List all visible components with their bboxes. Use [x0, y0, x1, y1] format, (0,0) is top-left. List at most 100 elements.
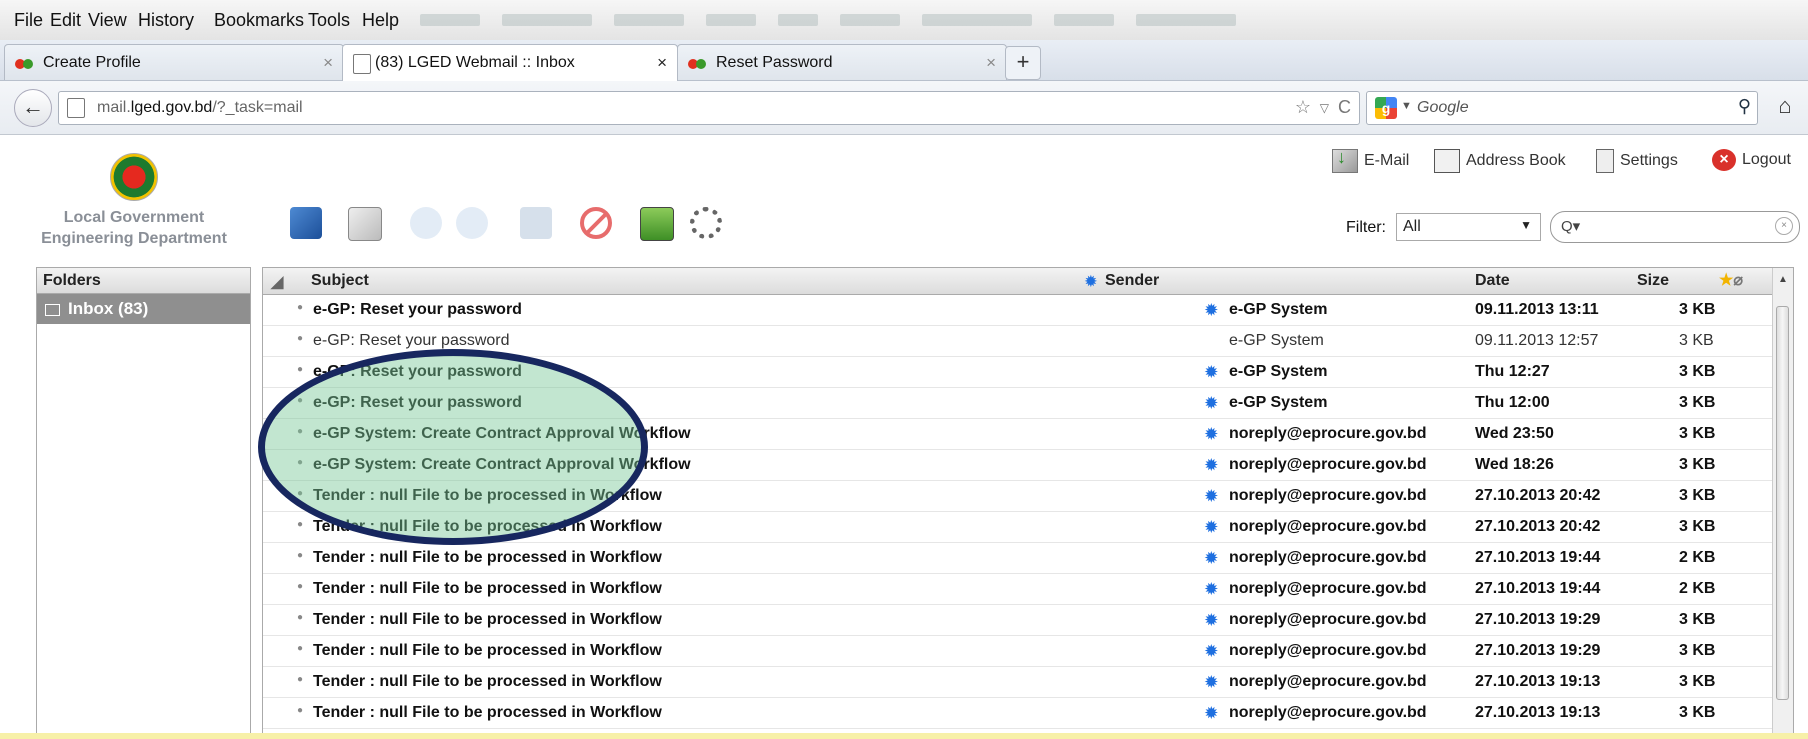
forward-icon[interactable] [520, 207, 552, 239]
table-row[interactable]: ● e-GP System: Create Contract Approval W… [263, 450, 1773, 481]
message-list-header: ◢ Subject ✹ Sender Date Size ★⌀ [263, 268, 1793, 295]
column-size[interactable]: Size [1637, 272, 1669, 290]
close-icon[interactable]: × [323, 53, 333, 73]
email-link[interactable]: E-Mail [1332, 147, 1409, 173]
close-icon[interactable]: × [986, 53, 996, 73]
scrollbar-thumb[interactable] [1776, 306, 1789, 700]
new-tab-button[interactable]: + [1005, 46, 1041, 80]
menu-tools[interactable]: Tools [308, 10, 350, 31]
message-sender: e-GP System [1229, 394, 1328, 411]
table-row[interactable]: ● Tender : null File to be processed in W… [263, 543, 1773, 574]
address-book-link[interactable]: Address Book [1434, 149, 1566, 173]
search-icon[interactable]: Q▾ [1561, 217, 1580, 235]
tab-reset-password[interactable]: Reset Password × [677, 44, 1007, 80]
column-sender[interactable]: Sender [1105, 272, 1159, 290]
table-row[interactable]: ● Tender : null File to be processed in W… [263, 698, 1773, 729]
delete-icon[interactable] [580, 207, 612, 239]
gear-icon[interactable] [690, 207, 722, 239]
message-subject[interactable]: Tender : null File to be processed in Wo… [313, 673, 662, 691]
table-row[interactable]: ● Tender : null File to be processed in W… [263, 574, 1773, 605]
table-row[interactable]: ● e-GP: Reset your password ✹ e-GP System Th… [263, 357, 1773, 388]
clear-search-icon[interactable]: × [1775, 217, 1793, 235]
reload-icon[interactable]: C [1338, 97, 1351, 118]
url-text: mail.lged.gov.bd/?_task=mail [97, 99, 303, 116]
message-subject[interactable]: e-GP: Reset your password [313, 332, 510, 350]
reply-icon[interactable] [410, 207, 442, 239]
menu-history[interactable]: History [138, 10, 194, 31]
message-subject[interactable]: e-GP: Reset your password [313, 394, 522, 412]
tab-create-profile[interactable]: Create Profile × [4, 44, 344, 80]
table-row[interactable]: ● e-GP: Reset your password ✹ e-GP System 09… [263, 295, 1773, 326]
inbox-icon [45, 303, 60, 316]
home-icon[interactable]: ⌂ [1768, 91, 1802, 123]
table-row[interactable]: ● Tender : null File to be processed in W… [263, 667, 1773, 698]
message-subject[interactable]: Tender : null File to be processed in Wo… [313, 642, 662, 660]
message-list: ◢ Subject ✹ Sender Date Size ★⌀ ● e-GP: R… [262, 267, 1794, 739]
address-book-icon [1434, 149, 1460, 173]
message-subject[interactable]: e-GP: Reset your password [313, 363, 522, 381]
traffic-light-icon [688, 57, 708, 75]
menu-help[interactable]: Help [362, 10, 399, 31]
message-subject[interactable]: e-GP System: Create Contract Approval Wo… [313, 425, 691, 443]
message-subject[interactable]: Tender : null File to be processed in Wo… [313, 580, 662, 598]
message-subject[interactable]: Tender : null File to be processed in Wo… [313, 611, 662, 629]
message-subject[interactable]: Tender : null File to be processed in Wo… [313, 487, 662, 505]
message-subject[interactable]: Tender : null File to be processed in Wo… [313, 549, 662, 567]
bookmark-star-icon[interactable]: ☆ [1295, 97, 1311, 118]
refresh-icon[interactable] [290, 207, 322, 239]
scroll-up-icon[interactable]: ▲ [1778, 274, 1788, 285]
filter-select[interactable]: All ▼ [1396, 213, 1541, 241]
message-subject[interactable]: Tender : null File to be processed in Wo… [313, 704, 662, 722]
bottom-notification-strip [0, 733, 1808, 739]
quick-search-input[interactable]: Q▾ × [1550, 211, 1800, 243]
tab-label: Create Profile [43, 54, 141, 71]
message-sender: e-GP System [1229, 332, 1324, 349]
bullet-icon: ● [297, 519, 304, 530]
search-icon[interactable]: ⚲ [1738, 96, 1751, 117]
table-row[interactable]: ● Tender : null File to be processed in W… [263, 512, 1773, 543]
menu-file[interactable]: File [14, 10, 43, 31]
thread-toggle-icon[interactable]: ◢ [271, 272, 283, 292]
message-sender: noreply@eprocure.gov.bd [1229, 580, 1427, 597]
table-row[interactable]: ● Tender : null File to be processed in W… [263, 636, 1773, 667]
table-row[interactable]: ● Tender : null File to be processed in W… [263, 605, 1773, 636]
message-sender: noreply@eprocure.gov.bd [1229, 456, 1427, 473]
settings-link[interactable]: Settings [1596, 149, 1678, 173]
message-subject[interactable]: e-GP System: Create Contract Approval Wo… [313, 456, 691, 474]
folder-inbox[interactable]: Inbox (83) [37, 294, 250, 324]
message-subject[interactable]: e-GP: Reset your password [313, 301, 522, 319]
search-bar[interactable]: g ▼ Google ⚲ [1366, 91, 1758, 125]
tab-label: Reset Password [716, 54, 833, 71]
column-subject[interactable]: Subject [311, 272, 369, 290]
logo-line-1: Local Government [63, 209, 205, 226]
message-size: 2 KB [1679, 580, 1716, 597]
table-row[interactable]: ● Tender : null File to be processed in W… [263, 481, 1773, 512]
mark-icon[interactable] [640, 207, 674, 241]
settings-icon [1596, 149, 1614, 173]
logo-line-2: Engineering Department [41, 230, 227, 247]
close-icon[interactable]: × [657, 53, 667, 73]
dropdown-arrow-icon[interactable]: ▽ [1320, 101, 1329, 115]
filter-label: Filter: [1346, 219, 1386, 236]
message-date: 27.10.2013 19:13 [1475, 704, 1601, 721]
menu-edit[interactable]: Edit [50, 10, 81, 31]
url-bar[interactable]: mail.lged.gov.bd/?_task=mail ☆ ▽ C [58, 91, 1360, 125]
table-row[interactable]: ● e-GP System: Create Contract Approval W… [263, 419, 1773, 450]
menu-view[interactable]: View [88, 10, 127, 31]
logout-link[interactable]: × Logout [1712, 149, 1791, 171]
table-row[interactable]: ● e-GP: Reset your password ✹ e-GP System Th… [263, 388, 1773, 419]
tab-webmail-inbox[interactable]: (83) LGED Webmail :: Inbox × [342, 44, 678, 81]
chevron-down-icon[interactable]: ▼ [1401, 100, 1412, 112]
message-sender: e-GP System [1229, 301, 1328, 318]
column-date[interactable]: Date [1475, 272, 1510, 290]
table-row[interactable]: ● e-GP: Reset your password e-GP System 09.… [263, 326, 1773, 357]
search-placeholder: Google [1417, 99, 1469, 116]
reply-all-icon[interactable] [456, 207, 488, 239]
compose-icon[interactable] [348, 207, 382, 241]
google-icon[interactable]: g [1375, 97, 1397, 119]
message-subject[interactable]: Tender : null File to be processed in Wo… [313, 518, 662, 536]
back-button[interactable]: ← [14, 89, 52, 127]
menu-bookmarks[interactable]: Bookmarks [214, 10, 304, 31]
message-date: 09.11.2013 13:11 [1475, 301, 1599, 318]
scrollbar[interactable]: ▲ [1772, 268, 1793, 739]
